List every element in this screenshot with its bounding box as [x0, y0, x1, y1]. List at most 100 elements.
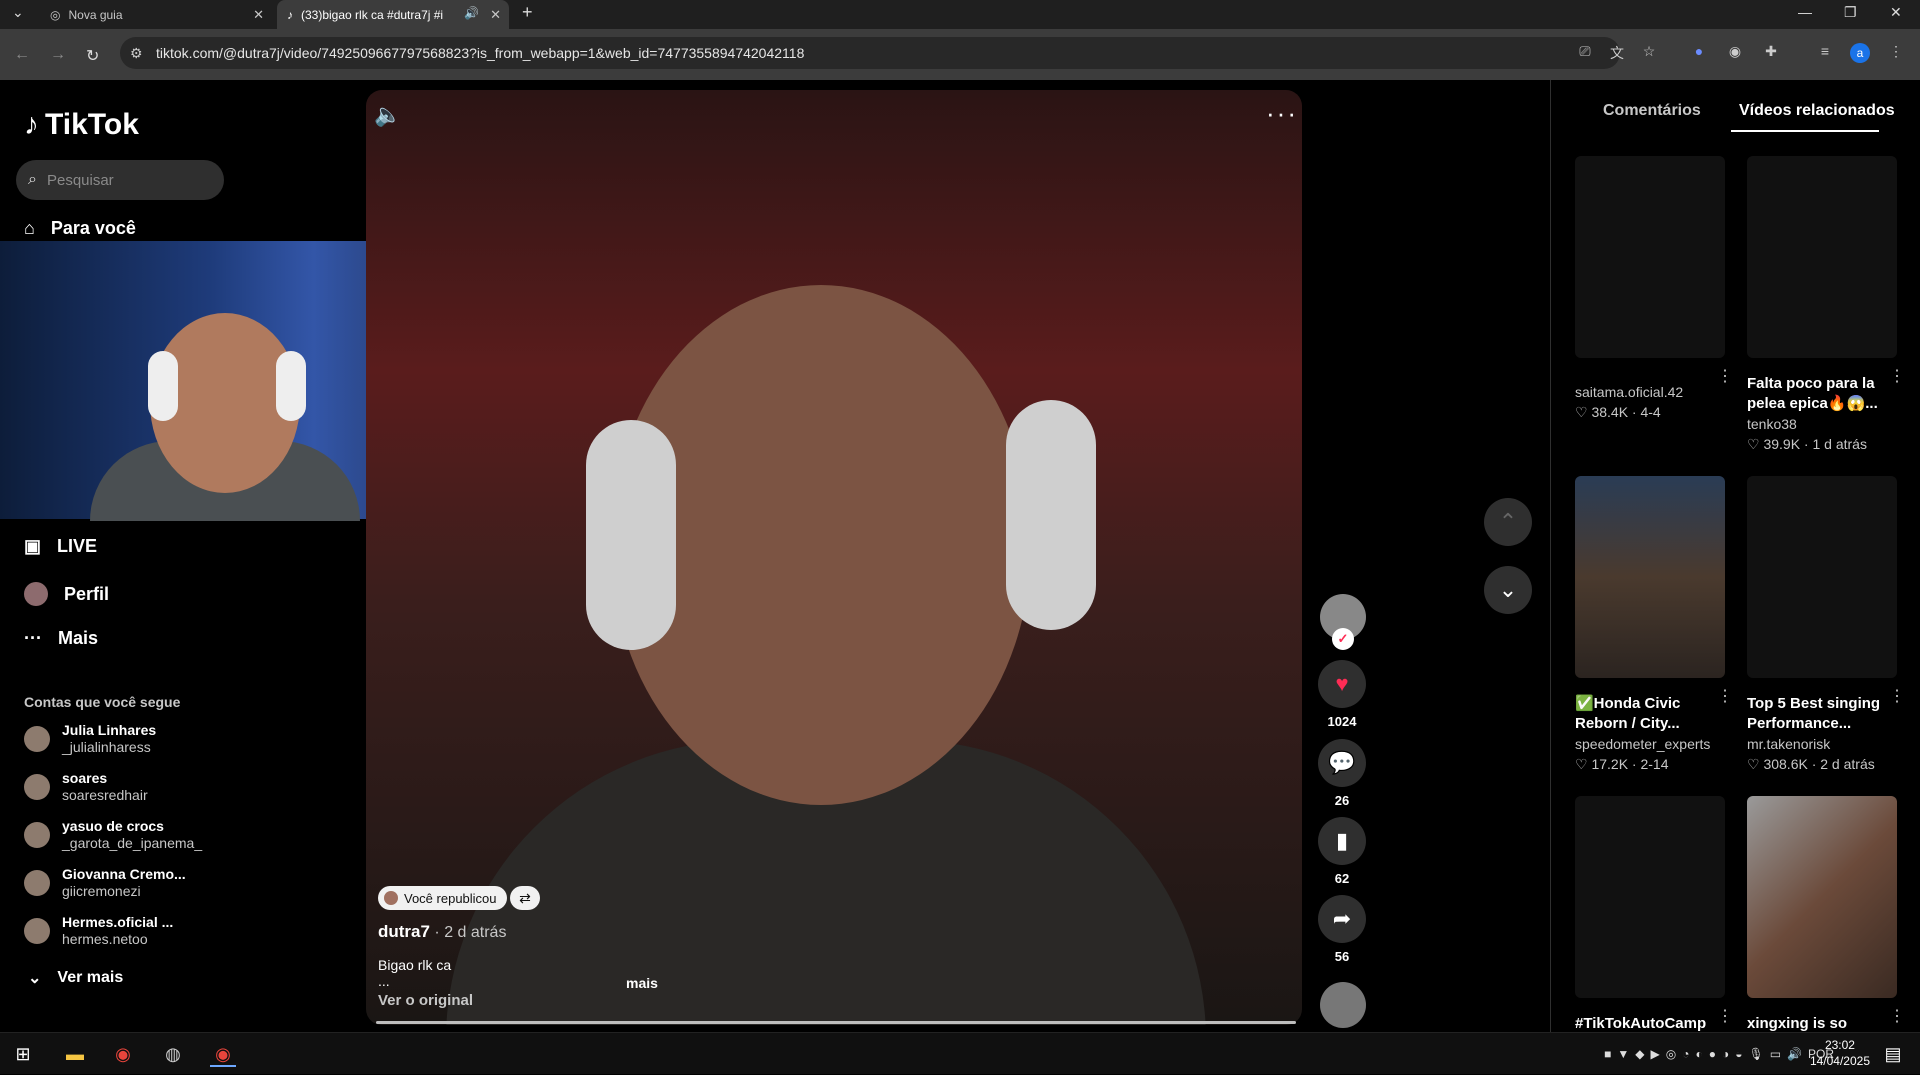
minimize-icon[interactable]: —	[1798, 4, 1812, 20]
extensions-puzzle-icon[interactable]: ✚	[1761, 43, 1781, 63]
media-control-icon[interactable]: ≡	[1815, 43, 1835, 63]
related-video-card[interactable]: ⋮ Falta poco para la pelea epica🔥😱... te…	[1747, 156, 1905, 453]
windows-start-icon[interactable]: ⊞	[10, 1041, 36, 1067]
browser-tab-tiktok[interactable]: ♪ (33)bigao rlk ca #dutra7j #i 🔊 ✕	[277, 0, 509, 29]
speaker-icon[interactable]: 🔊	[1787, 1047, 1802, 1061]
related-video-card[interactable]: ⋮ ✅Honda Civic Reborn / City... speedome…	[1575, 476, 1733, 773]
see-more-button[interactable]: ⌄ Ver mais	[28, 968, 123, 988]
tray-app-icon[interactable]: ◔	[1682, 1047, 1689, 1061]
card-menu-icon[interactable]: ⋮	[1717, 1006, 1733, 1026]
cam-headphone-left	[148, 351, 178, 421]
video-player[interactable]	[366, 90, 1302, 1025]
reload-icon[interactable]: ↻	[86, 46, 99, 66]
extension-icon[interactable]: ◉	[1725, 43, 1745, 63]
tray-app-icon[interactable]: ◆	[1635, 1047, 1644, 1061]
video-author[interactable]: dutra7 · 2 d atrás	[378, 922, 506, 942]
chrome-active-icon[interactable]: ◉	[210, 1041, 236, 1067]
bookmark-star-icon[interactable]: ☆	[1639, 43, 1659, 63]
previous-video-button[interactable]: ⌃	[1484, 498, 1532, 546]
view-original-link[interactable]: Ver o original	[378, 992, 473, 1009]
card-user: speedometer_experts	[1575, 736, 1711, 752]
card-menu-icon[interactable]: ⋮	[1889, 1006, 1905, 1026]
search-input[interactable]: ⌕ Pesquisar	[16, 160, 224, 200]
tiktok-logo[interactable]: ♪ TikTok	[24, 108, 139, 142]
nav-profile[interactable]: Perfil	[24, 582, 109, 606]
followed-account[interactable]: Hermes.oficial ... hermes.netoo	[24, 914, 173, 948]
related-video-card[interactable]: ⋮ xingxing is so	[1747, 796, 1905, 1032]
share-icon: ➦	[1318, 895, 1366, 943]
tray-app-icon[interactable]: ◑	[1722, 1047, 1729, 1061]
tab-related-videos[interactable]: Vídeos relacionados	[1739, 102, 1895, 120]
browser-tab-new[interactable]: ◎ Nova guia ✕	[40, 0, 272, 29]
card-menu-icon[interactable]: ⋮	[1717, 366, 1733, 386]
tab-comments[interactable]: Comentários	[1603, 102, 1701, 120]
repost-icon[interactable]: ⇄	[510, 886, 540, 910]
sound-avatar[interactable]	[1320, 982, 1366, 1028]
tab-title: (33)bigao rlk ca #dutra7j #i	[301, 7, 444, 22]
tab-search-icon[interactable]: ⌄	[12, 4, 24, 21]
tray-app-icon[interactable]: ▶	[1650, 1047, 1659, 1061]
followed-account[interactable]: Julia Linhares _julialinharess	[24, 722, 156, 756]
card-menu-icon[interactable]: ⋮	[1717, 686, 1733, 706]
install-app-icon[interactable]: ⎚	[1575, 43, 1595, 63]
nav-live[interactable]: ▣ LIVE	[24, 536, 97, 557]
site-info-icon[interactable]: ⚙	[130, 45, 143, 62]
nav-for-you[interactable]: ⌂ Para você	[24, 218, 136, 239]
mic-icon[interactable]: 🎙	[1748, 1047, 1763, 1061]
related-video-card[interactable]: ⋮ #TikTokAutoCamp	[1575, 796, 1733, 1032]
nav-more[interactable]: ··· Mais	[24, 628, 98, 649]
back-icon[interactable]: ←	[14, 46, 30, 64]
new-tab-icon[interactable]: +	[522, 2, 533, 23]
tray-app-icon[interactable]: ▼	[1617, 1047, 1629, 1061]
card-menu-icon[interactable]: ⋮	[1889, 686, 1905, 706]
audio-playing-icon[interactable]: 🔊	[464, 6, 479, 20]
notifications-icon[interactable]: ▤	[1880, 1041, 1906, 1067]
profile-avatar-icon[interactable]: a	[1850, 43, 1870, 63]
address-bar[interactable]: ⚙ tiktok.com/@dutra7j/video/749250966779…	[120, 37, 1620, 69]
like-button[interactable]: ♥ 1024	[1318, 660, 1366, 729]
file-explorer-icon[interactable]: ▬	[62, 1041, 88, 1067]
close-window-icon[interactable]: ✕	[1890, 4, 1902, 21]
video-thumbnail	[1575, 156, 1725, 358]
followed-account[interactable]: soares soaresredhair	[24, 770, 148, 804]
menu-kebab-icon[interactable]: ⋮	[1886, 43, 1906, 63]
extension-icon[interactable]: ●	[1689, 43, 1709, 63]
close-tab-icon[interactable]: ✕	[253, 7, 264, 23]
video-more-icon[interactable]: ···	[1266, 98, 1298, 129]
tray-app-icon[interactable]: ◒	[1735, 1047, 1742, 1061]
followed-account[interactable]: yasuo de crocs _garota_de_ipanema_	[24, 818, 202, 852]
translate-icon[interactable]: 文	[1607, 43, 1627, 63]
author-name: dutra7	[378, 922, 430, 941]
reposted-label: Você republicou	[404, 890, 497, 906]
avatar	[24, 822, 50, 848]
close-tab-icon[interactable]: ✕	[490, 7, 501, 23]
reposted-badge[interactable]: Você republicou	[378, 886, 507, 910]
bookmark-icon: ▮	[1318, 817, 1366, 865]
save-button[interactable]: ▮ 62	[1318, 817, 1366, 886]
account-handle: giicremonezi	[62, 883, 141, 899]
volume-icon[interactable]: 🔈	[374, 102, 401, 128]
restore-icon[interactable]: ❐	[1844, 4, 1857, 21]
tray-app-icon[interactable]: ◎	[1666, 1047, 1676, 1061]
share-button[interactable]: ➦ 56	[1318, 895, 1366, 964]
forward-icon[interactable]: →	[50, 46, 66, 64]
tray-app-icon[interactable]: ●	[1709, 1047, 1716, 1061]
follow-check-icon[interactable]: ✓	[1332, 628, 1354, 650]
logo-text: TikTok	[45, 108, 139, 141]
more-link[interactable]: mais	[626, 975, 658, 991]
tray-app-icon[interactable]: ■	[1604, 1047, 1611, 1061]
obs-icon[interactable]: ◍	[160, 1041, 186, 1067]
url-text[interactable]: tiktok.com/@dutra7j/video/74925096677975…	[156, 45, 804, 61]
taskbar-clock[interactable]: 23:02 14/04/2025	[1810, 1037, 1870, 1069]
related-video-card[interactable]: ⋮ saitama.oficial.42 ♡ 38.4K · 4-4	[1575, 156, 1733, 421]
related-video-card[interactable]: ⋮ Top 5 Best singing Performance... mr.t…	[1747, 476, 1905, 773]
comment-button[interactable]: 💬 26	[1318, 739, 1366, 808]
card-menu-icon[interactable]: ⋮	[1889, 366, 1905, 386]
clock-time: 23:02	[1824, 1038, 1855, 1052]
network-icon[interactable]: ▭	[1770, 1047, 1781, 1061]
next-video-button[interactable]: ⌄	[1484, 566, 1532, 614]
chrome-icon[interactable]: ◉	[110, 1041, 136, 1067]
video-progress-bar[interactable]	[376, 1021, 1296, 1024]
followed-account[interactable]: Giovanna Cremo... giicremonezi	[24, 866, 186, 900]
tray-app-icon[interactable]: ◐	[1695, 1047, 1702, 1061]
